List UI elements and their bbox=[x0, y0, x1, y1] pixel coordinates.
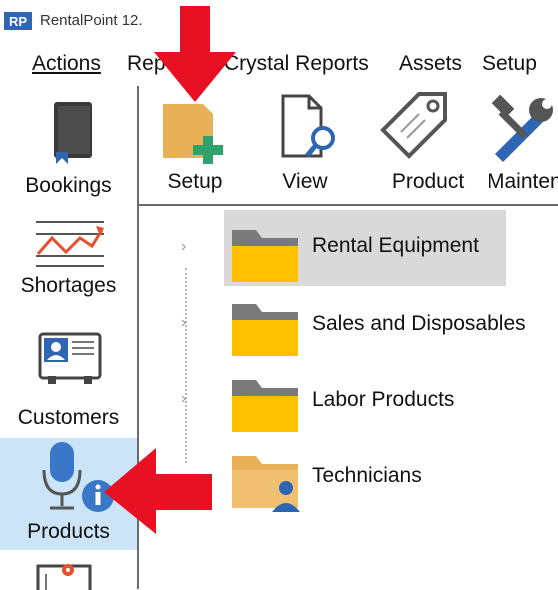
toolbar-maintenance-button[interactable]: Maintena bbox=[489, 86, 558, 202]
sidebar-item-label: Customers bbox=[17, 406, 120, 429]
red-arrow-down-icon bbox=[154, 6, 236, 102]
sidebar-item-bookings[interactable]: Bookings bbox=[0, 86, 137, 202]
tree-item-label: Sales and Disposables bbox=[312, 312, 526, 335]
sidebar-item-map[interactable] bbox=[0, 552, 137, 590]
sidebar-item-customers[interactable]: Customers bbox=[0, 320, 137, 436]
folder-icon bbox=[232, 380, 298, 432]
toolbar-view-button[interactable]: View bbox=[251, 86, 359, 202]
tree-item-label: Labor Products bbox=[312, 388, 455, 411]
chart-line-icon bbox=[36, 221, 104, 267]
file-search-icon bbox=[281, 94, 335, 158]
sidebar-item-label: Bookings bbox=[25, 174, 112, 197]
app-logo: RP bbox=[4, 12, 32, 30]
folder-icon bbox=[232, 304, 298, 356]
toolbar-item-label: Setup bbox=[167, 170, 223, 193]
tag-icon bbox=[380, 92, 447, 159]
menu-assets[interactable]: Assets bbox=[399, 52, 462, 76]
toolbar-product-button[interactable]: Product bbox=[367, 86, 489, 202]
toolbar-item-label: View bbox=[282, 170, 328, 193]
menu-bar: Actions Reports Crystal Reports Assets S… bbox=[0, 44, 558, 86]
tree-item-labor-products[interactable]: Labor Products bbox=[224, 364, 558, 440]
chevron-right-icon[interactable]: › bbox=[181, 390, 186, 408]
tree-item-rental-equipment[interactable]: Rental Equipment bbox=[224, 210, 558, 286]
add-file-icon bbox=[163, 104, 223, 164]
wrench-hammer-icon bbox=[491, 94, 553, 162]
tree-guide-line bbox=[185, 268, 187, 463]
chevron-right-icon[interactable]: › bbox=[181, 238, 186, 256]
tree-item-label: Rental Equipment bbox=[312, 234, 479, 257]
chevron-right-icon[interactable]: › bbox=[181, 314, 186, 332]
book-icon bbox=[54, 102, 92, 164]
folder-person-icon bbox=[232, 456, 300, 512]
red-arrow-left-icon bbox=[104, 448, 212, 534]
menu-crystal-reports[interactable]: Crystal Reports bbox=[224, 52, 369, 76]
window-title: RentalPoint 12. bbox=[40, 12, 143, 29]
sidebar-item-label: Shortages bbox=[20, 274, 117, 297]
folder-icon bbox=[232, 230, 298, 282]
menu-actions-label: Actions bbox=[32, 52, 101, 75]
map-pin-icon bbox=[36, 564, 92, 590]
menu-actions[interactable]: Actions bbox=[32, 52, 101, 76]
toolbar-item-label: Maintena bbox=[489, 170, 558, 193]
tree-item-sales-and-disposables[interactable]: Sales and Disposables bbox=[224, 288, 558, 364]
tree-item-label: Technicians bbox=[312, 464, 422, 487]
tree-item-technicians[interactable]: Technicians bbox=[224, 440, 558, 516]
contact-card-icon bbox=[38, 332, 102, 384]
sidebar-item-shortages[interactable]: Shortages bbox=[0, 204, 137, 318]
toolbar-item-label: Product bbox=[391, 170, 465, 193]
title-bar: RP RentalPoint 12. bbox=[0, 0, 558, 42]
menu-setup[interactable]: Setup bbox=[482, 52, 537, 76]
toolbar: Setup View Product Maintena bbox=[139, 86, 558, 206]
